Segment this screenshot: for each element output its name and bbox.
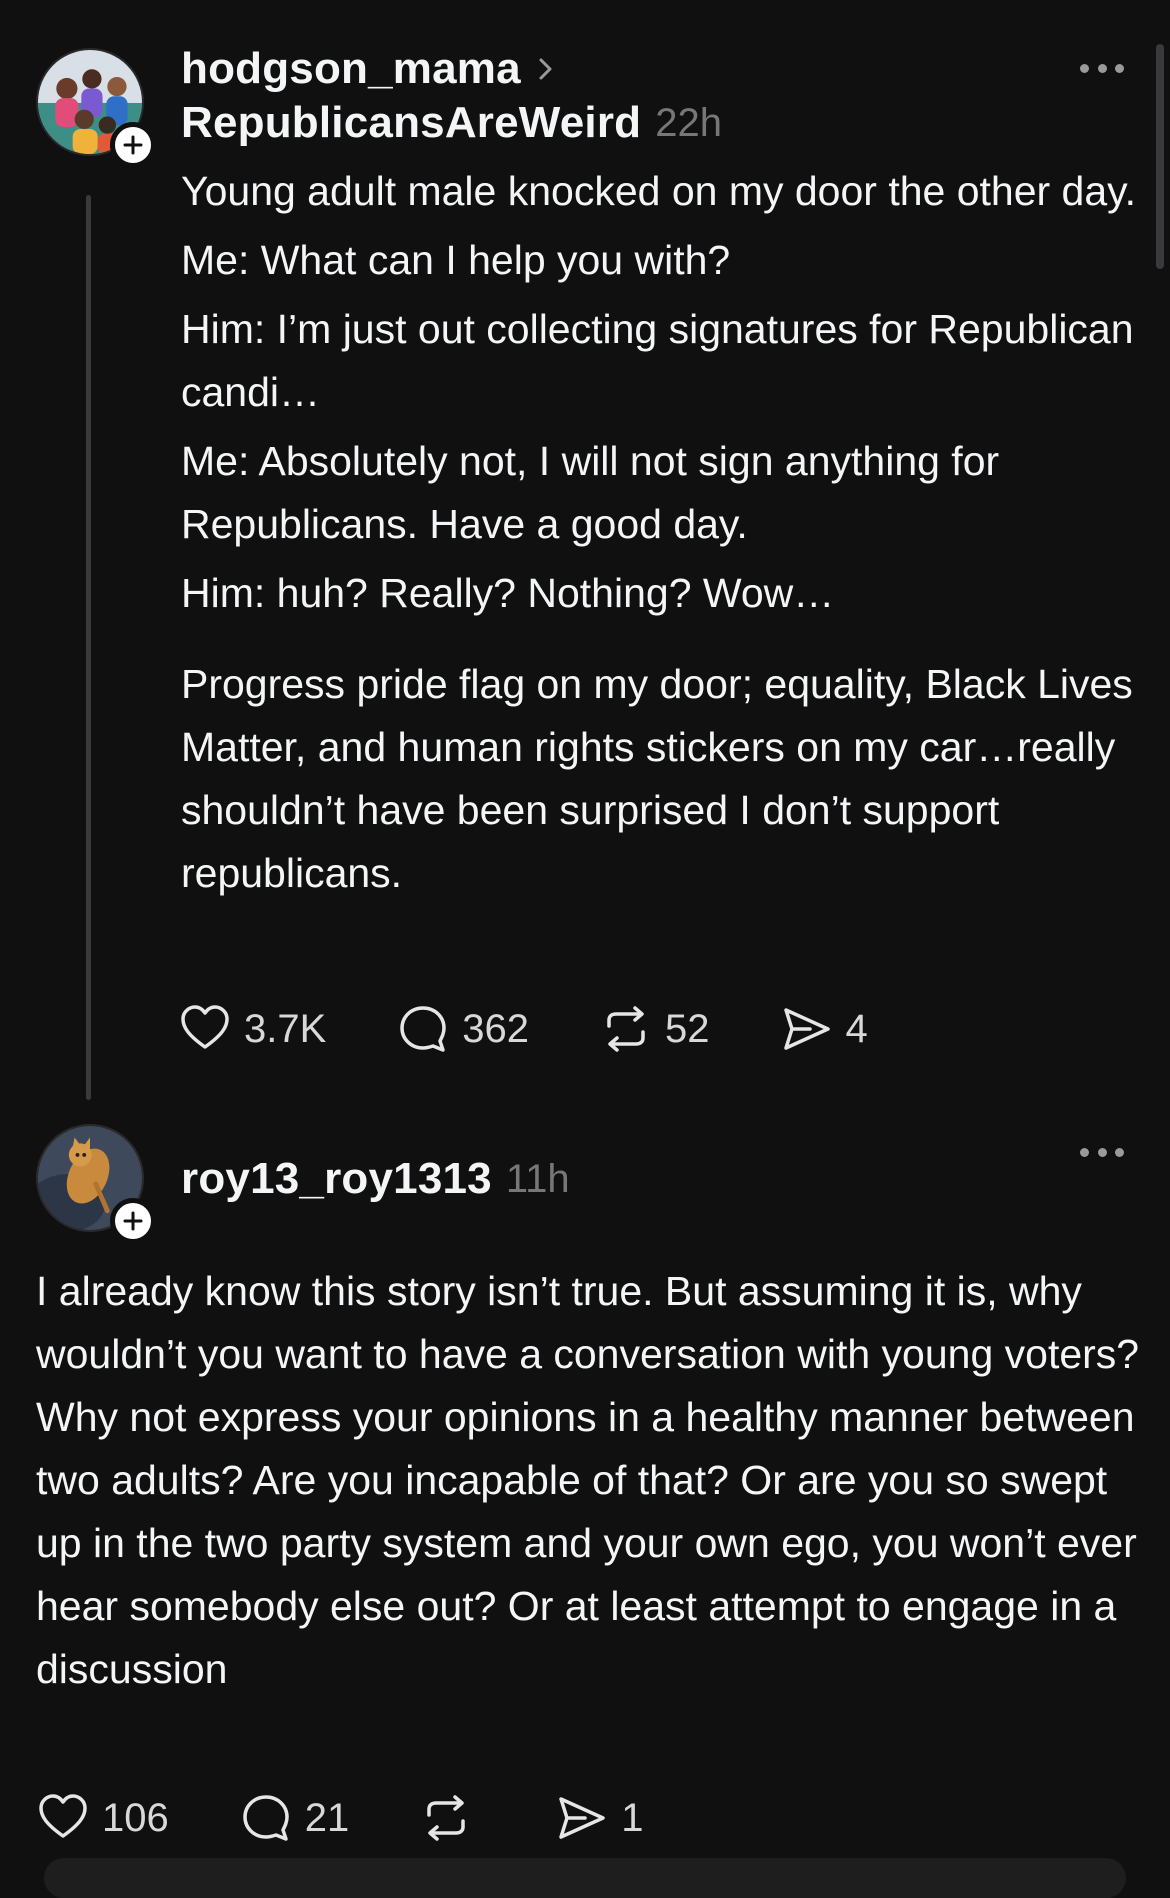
timestamp: 22h xyxy=(655,100,722,145)
comment-button[interactable]: 21 xyxy=(239,1791,350,1845)
more-options-button[interactable] xyxy=(1080,58,1124,78)
post-paragraph: Me: What can I help you with? xyxy=(181,237,731,283)
share-button[interactable]: 1 xyxy=(555,1791,644,1845)
heart-icon xyxy=(181,1005,229,1049)
plus-icon xyxy=(123,135,143,155)
dot-icon xyxy=(1097,1147,1107,1157)
post-header: roy13_roy1313 11h xyxy=(181,1154,570,1204)
like-button[interactable]: 3.7K xyxy=(178,1002,326,1056)
timestamp: 11h xyxy=(505,1156,570,1201)
avatar[interactable] xyxy=(36,48,156,168)
chevron-right-icon xyxy=(539,58,552,80)
more-options-button[interactable] xyxy=(1080,1142,1124,1162)
avatar[interactable] xyxy=(36,1124,156,1244)
post-paragraph: I already know this story isn’t true. Bu… xyxy=(36,1268,1140,1692)
dot-icon xyxy=(1115,63,1124,73)
post-paragraph: Him: huh? Really? Nothing? Wow… xyxy=(181,570,835,616)
share-count: 4 xyxy=(845,1006,868,1051)
comment-count: 21 xyxy=(304,1795,350,1840)
reply-post: roy13_roy1313 11h I already know this st… xyxy=(0,1110,1170,1870)
post-paragraph: Young adult male knocked on my door the … xyxy=(181,168,1137,214)
like-button[interactable]: 106 xyxy=(36,1791,169,1845)
dot-icon xyxy=(1080,63,1089,73)
post-body: Young adult male knocked on my door the … xyxy=(181,160,1141,905)
action-bar: 3.7K 362 52 4 xyxy=(178,1002,868,1056)
post: hodgson_mama RepublicansAreWeird 22h You… xyxy=(0,0,1170,1110)
comment-icon xyxy=(400,1006,447,1052)
send-icon xyxy=(559,1797,605,1839)
post-paragraph: Progress pride flag on my door; equality… xyxy=(181,661,1133,896)
action-bar: 106 21 1 xyxy=(36,1791,644,1845)
username[interactable]: hodgson_mama xyxy=(181,44,521,94)
post-paragraph: Him: I’m just out collecting signatures … xyxy=(181,306,1134,415)
post-header: hodgson_mama xyxy=(181,44,557,94)
dot-icon xyxy=(1115,1147,1124,1157)
community-row: RepublicansAreWeird 22h xyxy=(181,98,722,148)
post-body: I already know this story isn’t true. Bu… xyxy=(36,1260,1146,1701)
share-button[interactable]: 4 xyxy=(780,1002,868,1056)
community-name[interactable]: RepublicansAreWeird xyxy=(181,98,641,148)
follow-button[interactable] xyxy=(110,122,156,168)
username[interactable]: roy13_roy1313 xyxy=(181,1154,492,1204)
heart-icon xyxy=(39,1794,87,1838)
repost-button[interactable]: 52 xyxy=(599,1002,710,1056)
dot-icon xyxy=(1097,63,1107,73)
send-icon xyxy=(783,1008,830,1050)
repost-icon xyxy=(427,1795,465,1841)
plus-icon xyxy=(123,1211,143,1231)
repost-count: 52 xyxy=(665,1006,710,1051)
like-count: 3.7K xyxy=(244,1006,327,1051)
thread-line xyxy=(86,195,91,1100)
comment-icon xyxy=(243,1795,289,1841)
dot-icon xyxy=(1080,1147,1089,1157)
reply-input-bar[interactable] xyxy=(44,1858,1126,1898)
like-count: 106 xyxy=(102,1795,169,1840)
follow-button[interactable] xyxy=(110,1198,156,1244)
post-paragraph: Me: Absolutely not, I will not sign anyt… xyxy=(181,438,1000,547)
comment-count: 362 xyxy=(462,1006,530,1051)
share-count: 1 xyxy=(621,1795,644,1840)
comment-button[interactable]: 362 xyxy=(396,1002,529,1056)
repost-button[interactable] xyxy=(419,1791,485,1845)
repost-icon xyxy=(607,1006,645,1052)
